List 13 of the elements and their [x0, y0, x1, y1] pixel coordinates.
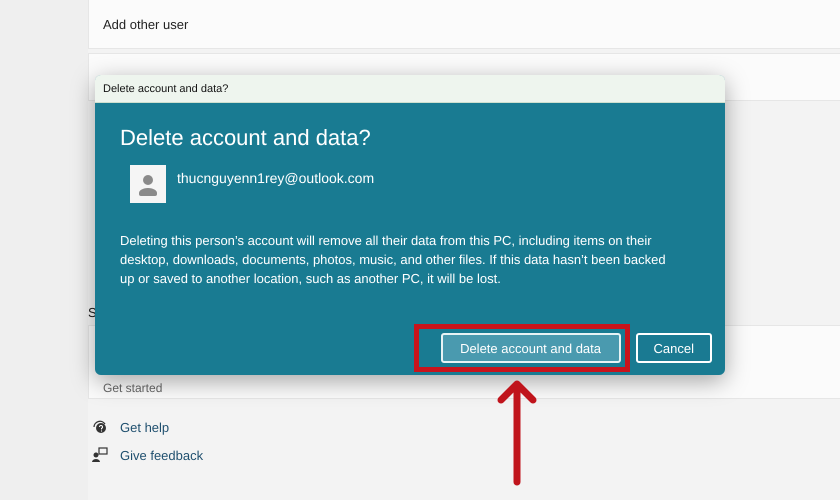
dialog-heading: Delete account and data?	[120, 125, 372, 151]
feedback-icon	[92, 447, 108, 463]
cancel-button[interactable]: Cancel	[636, 333, 712, 363]
help-icon	[92, 419, 108, 435]
dialog-message: Deleting this person’s account will remove all their data from this PC, including items on their desktop, downloads, documents, photos, music, and other files. If this data hasn’t been backed up or saved to another location, such as another PC, it will be lost.	[120, 232, 667, 288]
avatar-icon	[130, 165, 166, 203]
get-started-label: Get started	[103, 381, 162, 395]
window-title: Delete account and data?	[103, 82, 228, 94]
link[interactable]: Get help	[120, 420, 170, 434]
link[interactable]: Give feedback	[120, 448, 204, 462]
up-arrow-icon	[497, 378, 537, 486]
add-user-label: Add other user	[103, 16, 188, 32]
account-email: thucnguyenn1rey@outlook.com	[177, 170, 374, 186]
